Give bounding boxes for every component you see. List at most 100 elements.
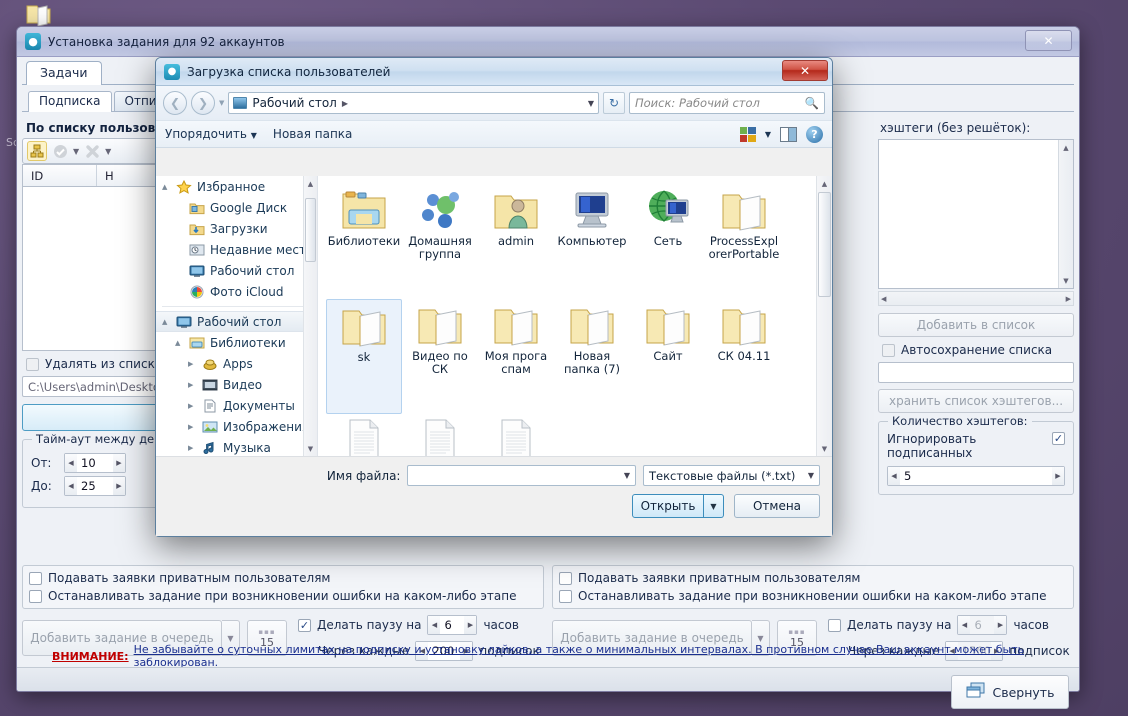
chevron-down-icon-2[interactable]: ▼ (105, 147, 111, 156)
add-to-list-button[interactable]: Добавить в список (878, 313, 1074, 337)
stop-on-error-checkbox-right[interactable] (559, 589, 572, 603)
sidebar-item-7[interactable]: ▲ Библиотеки (156, 332, 317, 353)
file-item[interactable]: sk (326, 299, 402, 414)
minimize-button[interactable]: Свернуть (951, 675, 1069, 709)
sidebar-scrollbar[interactable]: ▲ ▼ (303, 176, 317, 456)
private-requests-row-right[interactable]: Подавать заявки приватным пользователям (559, 571, 1067, 585)
file-item[interactable]: ProcessExplorerPortable (706, 184, 782, 299)
private-requests-row-left[interactable]: Подавать заявки приватным пользователям (29, 571, 537, 585)
back-button[interactable]: ❮ (163, 91, 187, 115)
hashtag-textarea[interactable]: ▲ ▼ (878, 139, 1074, 289)
spinner-right-arrow-icon[interactable]: ▶ (113, 454, 125, 472)
count-right-arrow-icon[interactable]: ▶ (1052, 467, 1064, 485)
stop-on-error-row-right[interactable]: Останавливать задание при возникновении … (559, 589, 1067, 603)
pause-hours-spinner-left[interactable]: ◀ 6 ▶ (427, 615, 478, 635)
scroll-right-arrow-icon[interactable]: ▶ (1066, 295, 1071, 303)
save-hashtags-button[interactable]: хранить список хэштегов... (878, 389, 1074, 413)
view-mode-icon[interactable] (739, 126, 756, 142)
address-bar[interactable]: Рабочий стол ▶ ▼ (228, 92, 599, 114)
collapse-chevron-icon[interactable]: ▲ (162, 318, 171, 326)
files-scroll-down-icon[interactable]: ▼ (817, 441, 832, 456)
sidebar-item-2[interactable]: Загрузки (156, 218, 317, 239)
files-scroll-up-icon[interactable]: ▲ (817, 176, 832, 191)
cancel-button[interactable]: Отмена (734, 494, 820, 518)
remove-from-list-checkbox[interactable] (26, 357, 39, 371)
breadcrumb-arrow-icon[interactable]: ▶ (342, 99, 348, 108)
pause-checkbox-left[interactable] (298, 618, 311, 632)
files-scroll-thumb[interactable] (818, 192, 831, 297)
chevron-down-icon[interactable]: ▼ (73, 147, 79, 156)
sidebar-item-3[interactable]: Недавние места (156, 239, 317, 260)
count-left-arrow-icon[interactable]: ◀ (888, 467, 900, 485)
sidebar-item-11[interactable]: ▶ Изображения (156, 416, 317, 437)
spinner-right-arrow-icon-2[interactable]: ▶ (113, 477, 125, 495)
address-chevron-down-icon[interactable]: ▼ (588, 99, 594, 108)
pause-checkbox-right[interactable] (828, 618, 841, 632)
help-icon[interactable]: ? (806, 125, 823, 143)
organize-chevron-down-icon[interactable]: ▼ (251, 131, 257, 140)
file-item[interactable]: Новый текстовый (478, 414, 554, 456)
file-item[interactable]: Компьютер (554, 184, 630, 299)
delete-icon[interactable] (82, 141, 102, 161)
timeout-from-spinner[interactable]: ◀ 10 ▶ (64, 453, 126, 473)
sidebar-scroll-thumb[interactable] (305, 198, 316, 262)
subtab-subscribe[interactable]: Подписка (28, 91, 112, 112)
sidebar-item-0[interactable]: ▲ Избранное (156, 176, 317, 197)
sidebar-item-10[interactable]: ▶ Документы (156, 395, 317, 416)
hashtag-count-spinner[interactable]: ◀ 5 ▶ (887, 466, 1065, 486)
hashtag-vertical-scrollbar[interactable]: ▲ ▼ (1058, 140, 1073, 288)
sidebar-item-9[interactable]: ▶ Видео (156, 374, 317, 395)
collapse-chevron-icon[interactable]: ▲ (162, 183, 171, 191)
tab-tasks[interactable]: Задачи (26, 61, 102, 85)
organize-button[interactable]: Упорядочить ▼ (165, 127, 257, 141)
sidebar-item-4[interactable]: Рабочий стол (156, 260, 317, 281)
sidebar-scroll-down-icon[interactable]: ▼ (304, 441, 317, 456)
refresh-button[interactable]: ↻ (603, 92, 625, 114)
pause-row-right[interactable]: Делать паузу на ◀ 6 ▶ часов (828, 615, 1074, 635)
filetype-select[interactable]: Текстовые файлы (*.txt) ▼ (643, 465, 820, 486)
new-folder-button[interactable]: Новая папка (273, 127, 352, 141)
scroll-up-arrow-icon[interactable]: ▲ (1059, 140, 1073, 155)
scroll-left-arrow-icon[interactable]: ◀ (881, 295, 886, 303)
autosave-checkbox[interactable] (882, 343, 895, 357)
open-split-chevron-down-icon[interactable]: ▼ (704, 494, 724, 518)
pause-left-arrow-icon-l[interactable]: ◀ (428, 616, 441, 634)
history-chevron-icon[interactable]: ▼ (219, 99, 224, 107)
file-item[interactable]: Новая папка (7) (554, 299, 630, 414)
expand-chevron-icon[interactable]: ▶ (188, 381, 197, 389)
file-item[interactable]: Домашняя группа (402, 184, 478, 299)
search-input[interactable]: Поиск: Рабочий стол 🔍 (629, 92, 825, 114)
expand-chevron-icon[interactable]: ▶ (188, 423, 197, 431)
expand-chevron-icon[interactable]: ▶ (188, 444, 197, 452)
preview-pane-icon[interactable] (780, 126, 797, 142)
file-item[interactable]: proxy_socks_ip(3).txt (326, 414, 402, 456)
file-item[interactable]: Библиотеки (326, 184, 402, 299)
filetype-chevron-down-icon[interactable]: ▼ (808, 471, 814, 480)
sidebar-item-5[interactable]: Фото iCloud (156, 281, 317, 302)
check-icon[interactable] (50, 141, 70, 161)
timeout-to-spinner[interactable]: ◀ 25 ▶ (64, 476, 126, 496)
sidebar-item-12[interactable]: ▶ Музыка (156, 437, 317, 456)
pause-right-arrow-icon-l[interactable]: ▶ (464, 616, 477, 634)
private-requests-checkbox-right[interactable] (559, 571, 572, 585)
sidebar-scroll-up-icon[interactable]: ▲ (304, 176, 317, 191)
scroll-down-arrow-icon[interactable]: ▼ (1059, 273, 1073, 288)
collapse-chevron-icon[interactable]: ▲ (175, 339, 184, 347)
file-item[interactable]: Моя прога спам (478, 299, 554, 414)
file-item[interactable]: Видео по СК (402, 299, 478, 414)
file-item[interactable]: Сайт (630, 299, 706, 414)
sidebar-item-1[interactable]: Google Диск (156, 197, 317, 218)
file-item[interactable]: СК 04.11 (706, 299, 782, 414)
filename-chevron-down-icon[interactable]: ▼ (624, 471, 630, 480)
hashtag-horizontal-scrollbar[interactable]: ◀ ▶ (878, 291, 1074, 306)
file-item[interactable]: admin (478, 184, 554, 299)
desktop-folder-icon[interactable] (24, 2, 54, 28)
expand-chevron-icon[interactable]: ▶ (188, 360, 197, 368)
main-window-close-button[interactable]: ✕ (1025, 30, 1072, 51)
pause-left-arrow-icon-r[interactable]: ◀ (958, 616, 971, 634)
pause-hours-spinner-right[interactable]: ◀ 6 ▶ (957, 615, 1008, 635)
dialog-file-list[interactable]: Библиотеки Домашняя группа admin Компьютер С… (318, 176, 832, 456)
spinner-left-arrow-icon[interactable]: ◀ (65, 454, 77, 472)
sidebar-item-6[interactable]: ▲ Рабочий стол (156, 311, 317, 332)
hierarchy-icon[interactable] (27, 141, 47, 161)
